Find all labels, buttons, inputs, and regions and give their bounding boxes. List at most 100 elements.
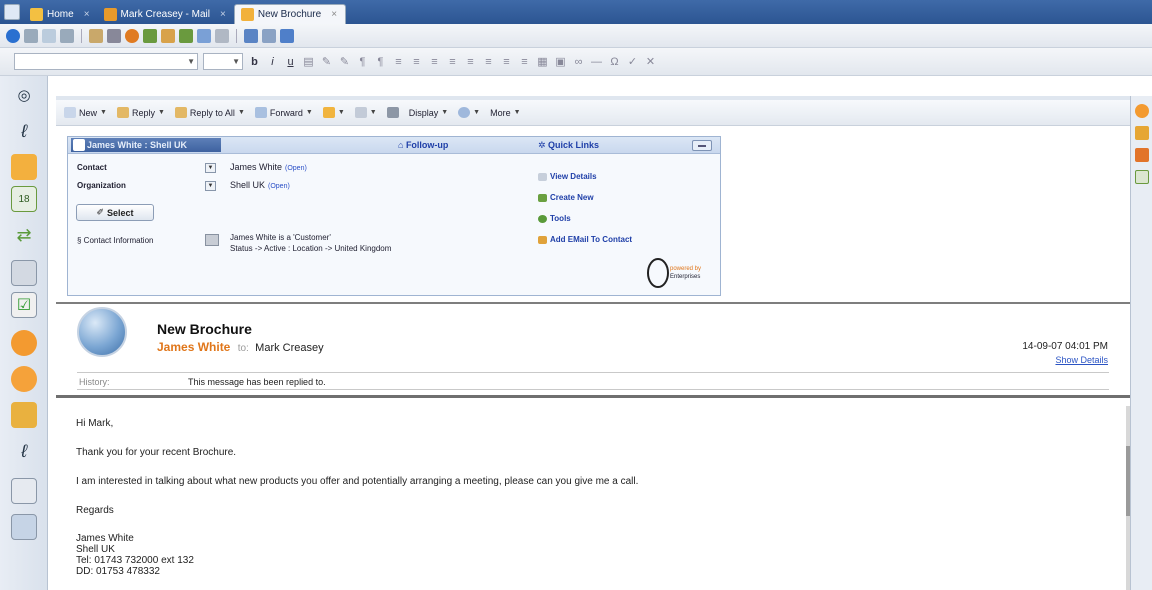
close-icon[interactable]: × (331, 9, 337, 20)
minimize-button[interactable] (692, 140, 712, 151)
table-icon[interactable]: ▦ (536, 55, 549, 68)
notes-icon[interactable] (11, 260, 37, 286)
create-icon (538, 193, 547, 202)
rss-icon[interactable] (1135, 148, 1149, 162)
bold-button[interactable]: b (248, 56, 261, 68)
indent-icon[interactable]: ≡ (518, 56, 531, 68)
quick-links-link[interactable]: ✲ Quick Links (538, 140, 599, 151)
justify-icon[interactable]: ≡ (482, 56, 495, 68)
globe-icon[interactable] (6, 28, 20, 43)
scrollbar-thumb[interactable] (1126, 446, 1130, 516)
view-details-link[interactable]: View Details (538, 172, 597, 181)
organization-dropdown[interactable]: ▼ (205, 181, 216, 191)
settings-icon[interactable] (125, 28, 139, 43)
contact-info-toggle[interactable]: § Contact Information (77, 236, 153, 245)
align-left-icon[interactable]: ≡ (428, 56, 441, 68)
rule-icon[interactable]: — (590, 56, 603, 68)
chevron-down-icon: ▼ (237, 109, 245, 116)
spell-icon[interactable]: ✓ (626, 55, 639, 68)
chevron-down-icon: ▼ (441, 109, 449, 116)
contacts-icon[interactable] (11, 330, 37, 356)
contact-icon[interactable] (197, 28, 211, 43)
create-new-link[interactable]: Create New (538, 193, 594, 202)
binoculars-icon[interactable]: ◎ (11, 82, 37, 108)
inbox-icon[interactable] (1135, 126, 1149, 140)
mail-icon (103, 7, 117, 21)
sender-name[interactable]: James White (157, 340, 230, 354)
edit-icon[interactable] (42, 28, 56, 43)
page-icon[interactable] (60, 28, 74, 43)
grid-icon[interactable] (24, 28, 38, 43)
crm-app-icon[interactable]: ℓ (11, 438, 37, 464)
organization-name: Shell UK (230, 180, 266, 190)
help-icon[interactable] (280, 28, 294, 43)
groups-icon[interactable] (11, 366, 37, 392)
outdent-icon[interactable]: ≡ (500, 56, 513, 68)
window-menu-icon[interactable] (4, 4, 20, 20)
folder-icon[interactable] (11, 402, 37, 428)
new-button[interactable]: New ▼ (64, 107, 107, 118)
attach-icon[interactable] (161, 28, 175, 43)
numbering-icon[interactable]: ≡ (410, 56, 423, 68)
crm-panel: James White : Shell UK ⌂ Follow-up ✲ Qui… (67, 136, 721, 296)
search-button[interactable]: ▼ (458, 107, 480, 118)
tasks-icon[interactable]: ☑ (11, 292, 37, 318)
underline-button[interactable]: u (284, 56, 297, 68)
paragraph-icon[interactable]: ¶ (356, 56, 369, 68)
address-book-icon[interactable] (262, 28, 276, 43)
clear-format-icon[interactable]: ✕ (644, 55, 657, 68)
more-button[interactable]: More ▼ (490, 108, 520, 118)
forward-button[interactable]: Forward ▼ (254, 107, 313, 118)
minus-icon[interactable] (215, 28, 229, 43)
font-name-select[interactable]: ▼ (14, 53, 198, 70)
display-button[interactable]: Display ▼ (409, 108, 448, 118)
transfer-icon[interactable]: ⇄ (11, 222, 37, 248)
move-to-folder-button[interactable]: ▼ (322, 107, 345, 118)
add-email-link[interactable]: Add EMail To Contact (538, 235, 632, 244)
bullets-icon[interactable]: ≡ (392, 56, 405, 68)
calendar-icon[interactable] (179, 28, 193, 43)
body-scrollbar[interactable] (1126, 406, 1130, 590)
contact-open-link[interactable]: (Open) (285, 165, 307, 172)
organization-open-link[interactable]: (Open) (268, 183, 290, 190)
calendar-icon[interactable]: 18 (11, 186, 37, 212)
align-right-icon[interactable]: ≡ (464, 56, 477, 68)
reply-button[interactable]: Reply ▼ (116, 107, 165, 118)
document-icon[interactable] (11, 478, 37, 504)
recipient-name[interactable]: Mark Creasey (255, 342, 323, 354)
image-icon[interactable]: ▣ (554, 55, 567, 68)
delete-button[interactable] (386, 107, 399, 118)
rtl-icon[interactable]: ¶ (374, 56, 387, 68)
logo-swoosh (647, 258, 669, 288)
link-icon[interactable] (143, 28, 157, 43)
font-color-icon[interactable]: ✎ (338, 55, 351, 68)
flag-button[interactable]: ▼ (354, 107, 377, 118)
follow-up-link[interactable]: ⌂ Follow-up (398, 140, 448, 150)
select-button[interactable]: ✐ Select (76, 204, 154, 221)
symbol-icon[interactable]: Ω (608, 56, 621, 68)
contacts-icon[interactable] (1135, 104, 1149, 118)
close-icon[interactable]: × (84, 9, 90, 20)
print-icon[interactable] (107, 28, 121, 43)
calendar-icon[interactable] (1135, 170, 1149, 184)
tab-home[interactable]: Home × (24, 4, 98, 24)
reply-all-button[interactable]: Reply to All ▼ (174, 107, 245, 118)
tab-mail[interactable]: Mark Creasey - Mail × (98, 4, 234, 24)
find-icon[interactable] (244, 28, 258, 43)
crm-logo-icon[interactable]: ℓ (11, 118, 37, 144)
hyperlink-icon[interactable]: ∞ (572, 56, 585, 68)
undo-icon[interactable] (89, 28, 103, 43)
close-icon[interactable]: × (220, 9, 226, 20)
strikethrough-icon[interactable]: ▤ (302, 55, 315, 68)
align-center-icon[interactable]: ≡ (446, 56, 459, 68)
contact-dropdown[interactable]: ▼ (205, 163, 216, 173)
link-label: Add EMail To Contact (550, 235, 633, 244)
show-details-link[interactable]: Show Details (1000, 355, 1108, 365)
tools-link[interactable]: Tools (538, 214, 571, 223)
highlight-icon[interactable]: ✎ (320, 55, 333, 68)
tab-new-brochure[interactable]: New Brochure × (233, 4, 347, 24)
reports-icon[interactable] (11, 514, 37, 540)
inbox-icon[interactable] (11, 154, 37, 180)
italic-button[interactable]: i (266, 56, 279, 68)
font-size-select[interactable]: ▼ (203, 53, 243, 70)
